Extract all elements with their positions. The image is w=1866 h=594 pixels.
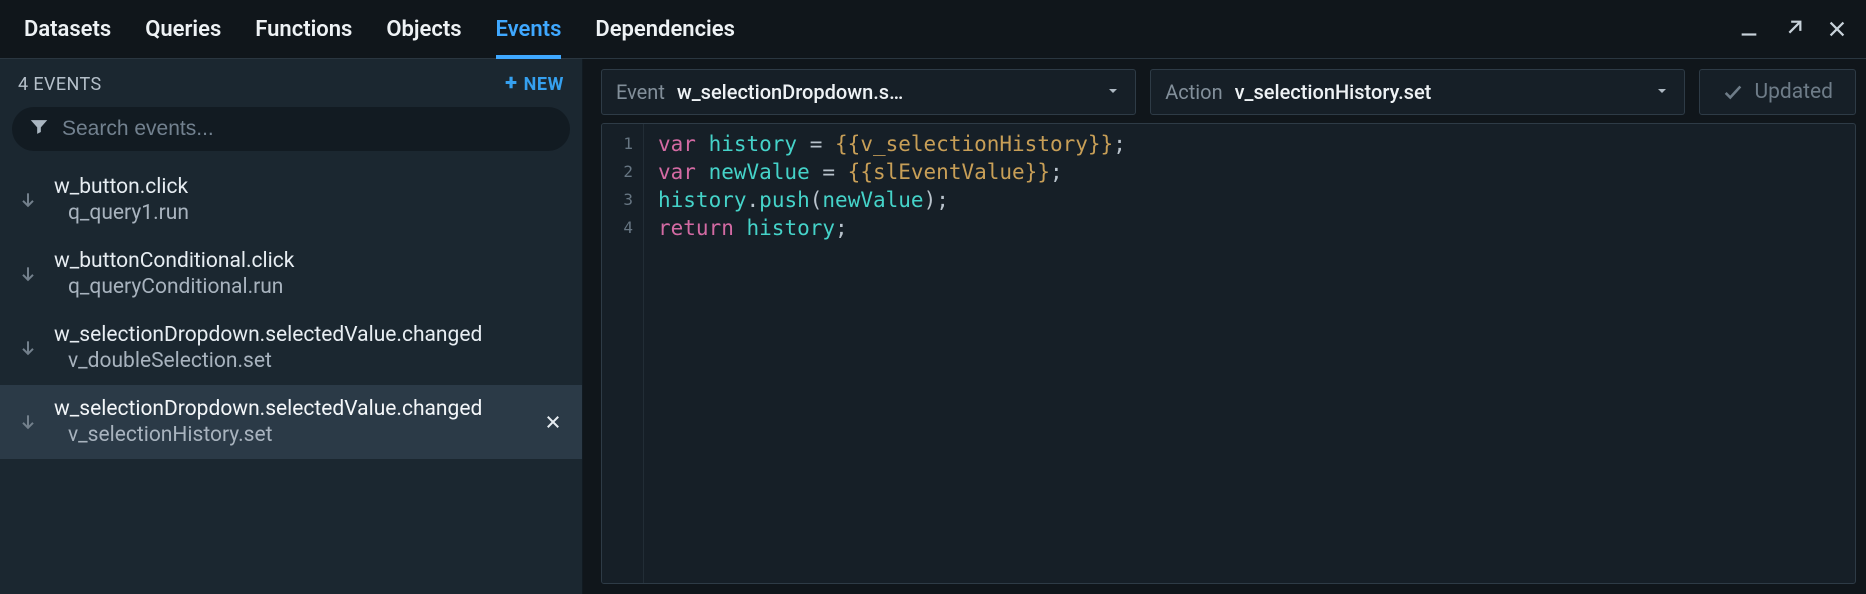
main-split: 4 EVENTS + NEW w_button.clickq_query1.ru…: [0, 59, 1866, 594]
editor-panel: Event w_selectionDropdown.s… Action v_se…: [583, 59, 1866, 594]
event-item[interactable]: w_selectionDropdown.selectedValue.change…: [0, 311, 582, 385]
event-trigger-label: w_selectionDropdown.selectedValue.change…: [54, 397, 524, 421]
event-dropdown-label: Event: [616, 80, 665, 104]
action-dropdown-label: Action: [1165, 80, 1222, 104]
event-dropdown-value: w_selectionDropdown.s…: [677, 80, 1093, 104]
event-action-label: v_doubleSelection.set: [54, 349, 566, 373]
editor-header: Event w_selectionDropdown.s… Action v_se…: [583, 59, 1866, 123]
event-dropdown[interactable]: Event w_selectionDropdown.s…: [601, 69, 1136, 115]
close-icon: [1826, 18, 1848, 40]
events-panel-header: 4 EVENTS + NEW: [0, 59, 582, 103]
code-content[interactable]: var history = {{v_selectionHistory}};var…: [644, 124, 1140, 583]
event-item-text: w_selectionDropdown.selectedValue.change…: [54, 397, 524, 447]
filter-icon: [28, 116, 50, 143]
action-dropdown-value: v_selectionHistory.set: [1235, 80, 1643, 104]
event-item[interactable]: w_selectionDropdown.selectedValue.change…: [0, 385, 582, 459]
event-trigger-label: w_button.click: [54, 175, 566, 199]
window-controls: [1734, 15, 1852, 43]
chevron-down-icon: [1654, 80, 1670, 104]
status-label: Updated: [1754, 80, 1833, 104]
search-wrap: [0, 103, 582, 163]
status-button[interactable]: Updated: [1699, 69, 1856, 115]
new-event-label: NEW: [524, 74, 564, 95]
event-item[interactable]: w_buttonConditional.clickq_queryConditio…: [0, 237, 582, 311]
delete-event-button[interactable]: [540, 409, 566, 435]
top-tab-bar: Datasets Queries Functions Objects Events Dep…: [0, 0, 1866, 59]
arrow-down-icon: [18, 412, 38, 432]
arrow-down-icon: [18, 264, 38, 284]
plus-icon: +: [505, 73, 517, 95]
event-action-label: v_selectionHistory.set: [54, 423, 524, 447]
tab-dependencies[interactable]: Dependencies: [595, 0, 735, 58]
events-count-label: 4 EVENTS: [18, 74, 102, 95]
event-action-label: q_queryConditional.run: [54, 275, 566, 299]
close-button[interactable]: [1822, 15, 1852, 43]
popout-icon: [1782, 18, 1804, 40]
tab-functions[interactable]: Functions: [255, 0, 352, 58]
tab-objects[interactable]: Objects: [386, 0, 461, 58]
check-icon: [1722, 81, 1744, 103]
event-trigger-label: w_selectionDropdown.selectedValue.change…: [54, 323, 566, 347]
new-event-button[interactable]: + NEW: [505, 73, 564, 95]
arrow-down-icon: [18, 338, 38, 358]
line-gutter: 1234: [602, 124, 644, 583]
event-item-text: w_buttonConditional.clickq_queryConditio…: [54, 249, 566, 299]
arrow-down-icon: [18, 190, 38, 210]
search-input[interactable]: [12, 107, 570, 151]
tabs-container: Datasets Queries Functions Objects Events Dep…: [24, 0, 735, 58]
popout-button[interactable]: [1778, 15, 1808, 43]
event-trigger-label: w_buttonConditional.click: [54, 249, 566, 273]
code-editor[interactable]: 1234 var history = {{v_selectionHistory}…: [601, 123, 1856, 584]
minimize-icon: [1738, 18, 1760, 40]
action-dropdown[interactable]: Action v_selectionHistory.set: [1150, 69, 1685, 115]
minimize-button[interactable]: [1734, 15, 1764, 43]
event-item[interactable]: w_button.clickq_query1.run: [0, 163, 582, 237]
tab-datasets[interactable]: Datasets: [24, 0, 111, 58]
event-item-text: w_button.clickq_query1.run: [54, 175, 566, 225]
tab-queries[interactable]: Queries: [145, 0, 221, 58]
tab-events[interactable]: Events: [496, 0, 562, 58]
event-item-text: w_selectionDropdown.selectedValue.change…: [54, 323, 566, 373]
event-action-label: q_query1.run: [54, 201, 566, 225]
chevron-down-icon: [1105, 80, 1121, 104]
event-list: w_button.clickq_query1.run w_buttonCondit…: [0, 163, 582, 594]
events-panel: 4 EVENTS + NEW w_button.clickq_query1.ru…: [0, 59, 583, 594]
